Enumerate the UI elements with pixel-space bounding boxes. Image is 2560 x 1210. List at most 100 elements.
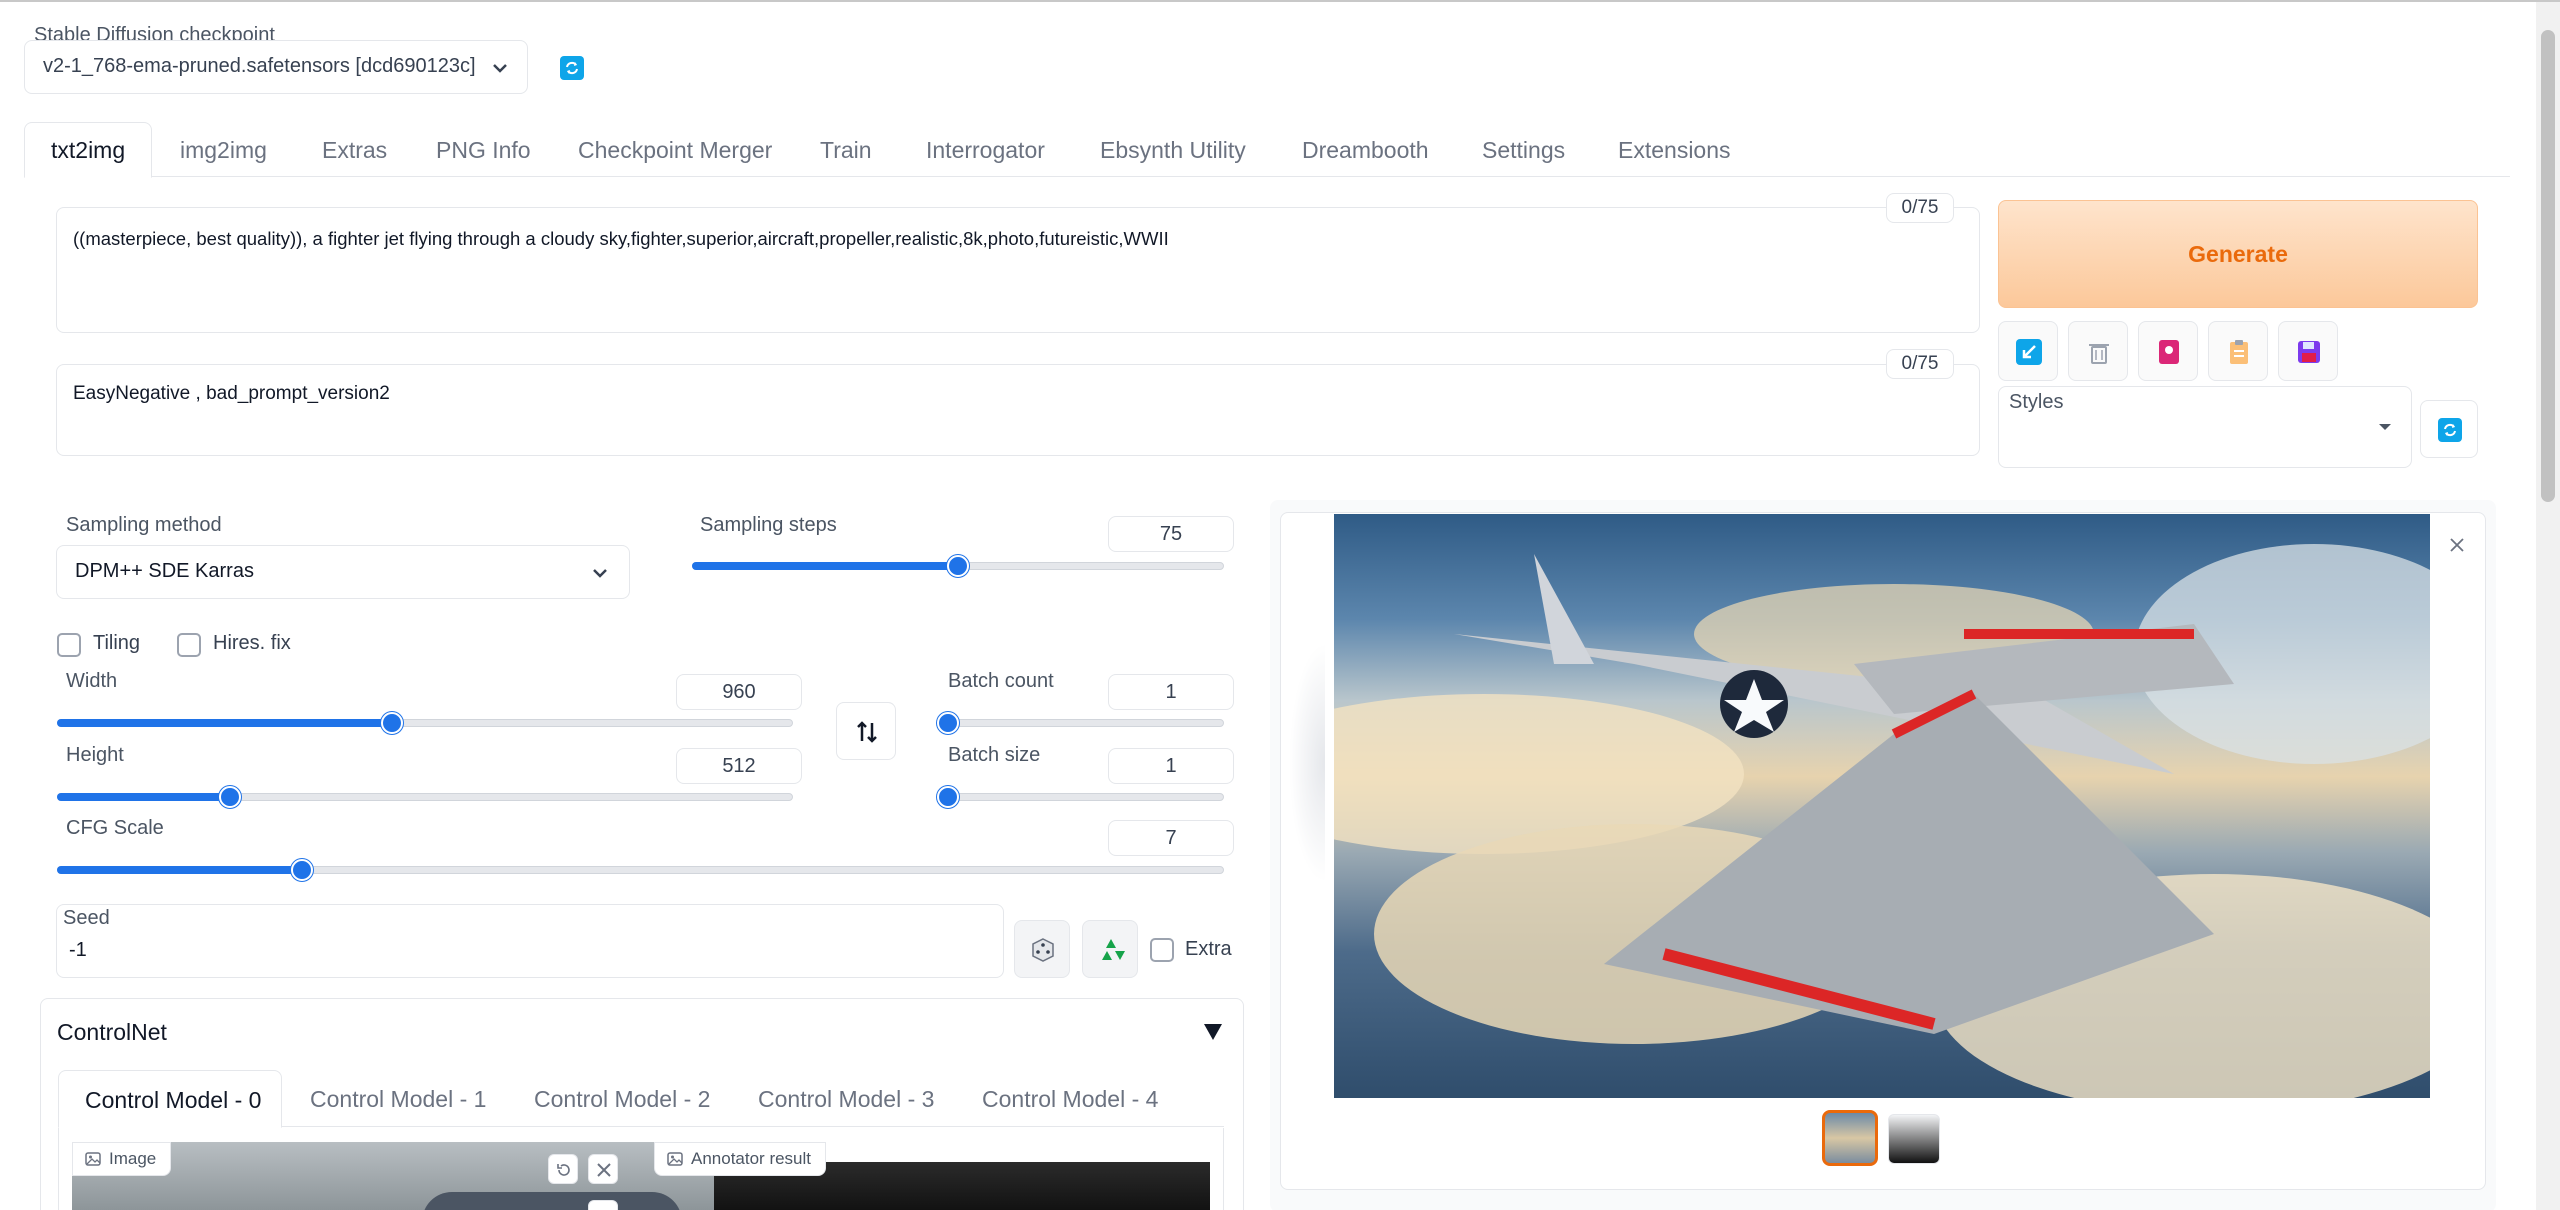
styles-label: Styles xyxy=(2009,391,2064,413)
gallery-prev-shadow xyxy=(1289,643,1325,883)
cfg-scale-label: CFG Scale xyxy=(66,817,164,839)
swap-dimensions-button[interactable] xyxy=(836,702,896,760)
sampling-steps-label: Sampling steps xyxy=(700,514,837,536)
tab-control-model-2[interactable]: Control Model - 2 xyxy=(534,1071,710,1127)
reuse-seed-button[interactable] xyxy=(1082,920,1138,978)
refresh-checkpoint-button[interactable] xyxy=(546,44,598,92)
tab-label: Control Model - 0 xyxy=(85,1087,262,1113)
edit-image-button[interactable] xyxy=(588,1200,618,1210)
generate-label: Generate xyxy=(2188,241,2288,267)
cfg-scale-slider[interactable] xyxy=(57,856,1224,884)
close-icon xyxy=(2450,538,2464,552)
cfg-scale-input[interactable]: 7 xyxy=(1108,820,1234,856)
batch-count-label: Batch count xyxy=(948,670,1054,692)
sampling-method-dropdown[interactable]: DPM++ SDE Karras xyxy=(56,545,630,599)
annotator-label-badge: Annotator result xyxy=(654,1142,827,1176)
batch-count-input[interactable]: 1 xyxy=(1108,674,1234,710)
controlnet-title[interactable]: ControlNet xyxy=(57,1019,167,1046)
negative-token-counter: 0/75 xyxy=(1886,349,1954,379)
batch-size-input[interactable]: 1 xyxy=(1108,748,1234,784)
tiling-checkbox[interactable] xyxy=(57,633,81,657)
gallery-thumb-depth[interactable] xyxy=(1888,1114,1940,1164)
clipboard-icon xyxy=(2230,340,2248,364)
tab-control-model-4[interactable]: Control Model - 4 xyxy=(982,1071,1158,1127)
read-params-button[interactable] xyxy=(1998,321,2058,381)
undo-image-button[interactable] xyxy=(548,1154,578,1184)
batch-count-slider[interactable] xyxy=(937,709,1224,737)
caret-down-icon xyxy=(2379,424,2391,430)
width-slider[interactable] xyxy=(57,709,793,737)
chevron-down-icon xyxy=(593,569,607,578)
scrollbar-thumb[interactable] xyxy=(2541,30,2555,502)
sampling-steps-slider[interactable] xyxy=(692,552,1224,580)
generate-button[interactable]: Generate xyxy=(1998,200,2478,308)
tab-checkpoint-merger[interactable]: Checkpoint Merger xyxy=(578,124,772,176)
tab-train[interactable]: Train xyxy=(820,124,872,176)
tab-ebsynth-utility[interactable]: Ebsynth Utility xyxy=(1100,124,1246,176)
annotator-label: Annotator result xyxy=(691,1149,812,1168)
sampling-steps-input[interactable]: 75 xyxy=(1108,516,1234,552)
tab-control-model-0[interactable]: Control Model - 0 xyxy=(58,1070,282,1128)
swap-icon xyxy=(857,721,877,743)
refresh-icon xyxy=(2438,418,2462,442)
tab-img2img[interactable]: img2img xyxy=(180,124,267,176)
apply-style-button[interactable] xyxy=(2208,321,2268,381)
tab-dreambooth[interactable]: Dreambooth xyxy=(1302,124,1429,176)
tab-control-model-1[interactable]: Control Model - 1 xyxy=(310,1071,486,1127)
tab-txt2img[interactable]: txt2img xyxy=(24,122,152,178)
extra-seed-checkbox[interactable] xyxy=(1150,938,1174,962)
image-shape xyxy=(422,1192,682,1210)
page-scrollbar[interactable] xyxy=(2536,2,2560,1210)
tab-extras[interactable]: Extras xyxy=(322,124,387,176)
prompt-text: ((masterpiece, best quality)), a fighter… xyxy=(73,228,1169,249)
styles-dropdown[interactable]: Styles xyxy=(1998,386,2412,468)
seed-value: -1 xyxy=(69,939,87,961)
image-icon xyxy=(667,1152,683,1166)
height-label: Height xyxy=(66,744,124,766)
clear-prompt-button[interactable] xyxy=(2068,321,2128,381)
collapse-triangle-icon[interactable] xyxy=(1202,1022,1224,1042)
hires-fix-checkbox[interactable] xyxy=(177,633,201,657)
negative-prompt-textarea[interactable]: EasyNegative , bad_prompt_version2 xyxy=(56,364,1980,456)
hires-fix-label: Hires. fix xyxy=(213,632,291,654)
save-icon xyxy=(2298,341,2320,363)
generated-image[interactable] xyxy=(1334,514,2430,1098)
width-input[interactable]: 960 xyxy=(676,674,802,710)
extra-networks-button[interactable] xyxy=(2138,321,2198,381)
chevron-down-icon xyxy=(493,64,507,73)
height-slider[interactable] xyxy=(57,783,793,811)
card-icon xyxy=(2159,340,2179,364)
refresh-styles-button[interactable] xyxy=(2420,400,2478,458)
undo-icon xyxy=(557,1164,570,1176)
save-style-button[interactable] xyxy=(2278,321,2338,381)
width-label: Width xyxy=(66,670,118,692)
image-label-badge: Image xyxy=(72,1142,172,1176)
tiling-label: Tiling xyxy=(93,632,141,654)
dice-icon xyxy=(1032,938,1054,962)
seed-field[interactable]: Seed -1 xyxy=(56,904,1004,978)
checkpoint-dropdown[interactable]: v2-1_768-ema-pruned.safetensors [dcd6901… xyxy=(24,40,528,94)
clear-image-button[interactable] xyxy=(588,1154,618,1184)
tab-settings[interactable]: Settings xyxy=(1482,124,1565,176)
tab-control-model-3[interactable]: Control Model - 3 xyxy=(758,1071,934,1127)
height-input[interactable]: 512 xyxy=(676,748,802,784)
random-seed-button[interactable] xyxy=(1014,920,1070,978)
prompt-textarea[interactable]: ((masterpiece, best quality)), a fighter… xyxy=(56,207,1980,333)
tabs-underline xyxy=(24,176,2510,177)
tab-interrogator[interactable]: Interrogator xyxy=(926,124,1045,176)
extra-seed-label: Extra xyxy=(1185,938,1232,960)
gallery-thumb-selected[interactable] xyxy=(1822,1110,1878,1166)
refresh-icon xyxy=(560,56,584,80)
arrow-icon xyxy=(2016,339,2042,365)
tab-png-info[interactable]: PNG Info xyxy=(436,124,531,176)
fighter-jet-illustration xyxy=(1334,544,2430,1098)
close-image-button[interactable] xyxy=(2440,528,2474,562)
sampling-method-label: Sampling method xyxy=(66,514,222,536)
batch-size-label: Batch size xyxy=(948,744,1041,766)
webui-root: Stable Diffusion checkpoint v2-1_768-ema… xyxy=(0,0,2560,1210)
tab-label: txt2img xyxy=(51,137,126,163)
recycle-icon xyxy=(1102,939,1125,960)
tab-extensions[interactable]: Extensions xyxy=(1618,124,1731,176)
prompt-token-counter: 0/75 xyxy=(1886,193,1954,223)
batch-size-slider[interactable] xyxy=(937,783,1224,811)
